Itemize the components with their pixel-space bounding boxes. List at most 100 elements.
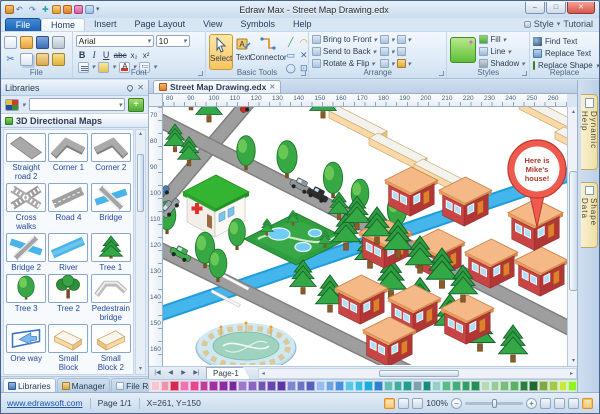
paste-icon[interactable] [36, 53, 49, 66]
view-normal-icon[interactable] [384, 398, 395, 409]
format-painter-icon[interactable] [52, 53, 65, 66]
subscript-button[interactable]: x₂ [130, 51, 139, 60]
library-item-corner-2[interactable]: Corner 2 [91, 133, 131, 181]
palette-swatch[interactable] [539, 381, 548, 391]
send-to-back-button[interactable]: Send to Back [312, 46, 377, 57]
palette-swatch[interactable] [394, 381, 403, 391]
palette-swatch[interactable] [403, 381, 412, 391]
library-item-tree-1[interactable]: Tree 1 [91, 233, 131, 272]
group-icon[interactable] [380, 47, 389, 56]
street-map-drawing[interactable]: Here is Mike's house! [163, 107, 567, 365]
tab-help[interactable]: Help [284, 18, 321, 31]
palette-swatch[interactable] [335, 381, 344, 391]
palette-swatch[interactable] [462, 381, 471, 391]
palette-swatch[interactable] [258, 381, 267, 391]
maximize-button[interactable] [546, 2, 566, 14]
library-item-partial[interactable] [6, 374, 46, 375]
palette-swatch[interactable] [316, 381, 325, 391]
palette-swatch[interactable] [229, 381, 238, 391]
basic-tools-dialog-launcher-icon[interactable] [301, 71, 306, 76]
website-link[interactable]: www.edrawsoft.com [7, 398, 83, 408]
zoom-out-button[interactable] [451, 398, 462, 409]
strikethrough-button[interactable]: abc [114, 51, 127, 60]
add-library-button[interactable] [128, 98, 144, 112]
tab-page-layout[interactable]: Page Layout [126, 18, 195, 31]
chevron-down-icon[interactable] [22, 101, 26, 109]
bring-to-front-button[interactable]: Bring to Front [312, 34, 377, 45]
copy-icon[interactable] [20, 53, 33, 66]
library-scrollbar[interactable] [135, 129, 146, 375]
palette-swatch[interactable] [326, 381, 335, 391]
fill-button[interactable]: Fill [479, 34, 524, 45]
save-icon[interactable] [5, 5, 14, 14]
rectangle-tool-icon[interactable]: ▭ [285, 50, 296, 61]
palette-swatch[interactable] [219, 381, 228, 391]
clipart-icon[interactable] [63, 5, 72, 14]
palette-swatch[interactable] [529, 381, 538, 391]
library-item-bridge[interactable]: Bridge [91, 183, 131, 231]
line-button[interactable]: Line [479, 46, 524, 57]
palette-swatch[interactable] [491, 381, 500, 391]
distribute-icon[interactable] [397, 35, 406, 44]
lock-icon[interactable] [397, 59, 406, 68]
close-document-icon[interactable] [269, 83, 275, 91]
previous-page-button[interactable] [164, 367, 177, 379]
new-document-icon[interactable] [4, 36, 17, 49]
palette-swatch[interactable] [161, 381, 170, 391]
palette-swatch[interactable] [500, 381, 509, 391]
zoom-area-icon[interactable] [554, 398, 565, 409]
drawing-page[interactable]: Here is Mike's house! [163, 107, 567, 366]
close-panel-icon[interactable] [137, 83, 144, 92]
zoom-in-button[interactable] [526, 398, 537, 409]
italic-button[interactable]: I [90, 50, 99, 60]
find-text-button[interactable]: Find Text [533, 36, 596, 47]
library-item-corner-1[interactable]: Corner 1 [48, 133, 88, 181]
add-icon[interactable] [42, 5, 50, 14]
palette-swatch[interactable] [364, 381, 373, 391]
library-item-partial[interactable] [91, 374, 131, 375]
library-item-one-way[interactable]: One way [6, 324, 46, 372]
palette-swatch[interactable] [151, 381, 160, 391]
palette-swatch[interactable] [190, 381, 199, 391]
pan-icon[interactable] [568, 398, 579, 409]
library-group-title[interactable]: 3D Directional Maps [16, 116, 102, 126]
palette-swatch[interactable] [209, 381, 218, 391]
layer-icon[interactable] [380, 59, 389, 68]
palette-swatch[interactable] [345, 381, 354, 391]
palette-swatch[interactable] [200, 381, 209, 391]
fit-window-icon[interactable] [540, 398, 551, 409]
palette-swatch[interactable] [248, 381, 257, 391]
stadium-shape[interactable] [196, 322, 296, 366]
library-item-tree-3[interactable]: Tree 3 [6, 274, 46, 322]
print-icon[interactable] [52, 36, 65, 49]
library-item-small-block[interactable]: Small Block [48, 324, 88, 372]
palette-swatch[interactable] [355, 381, 364, 391]
palette-swatch[interactable] [520, 381, 529, 391]
palette-swatch[interactable] [442, 381, 451, 391]
library-item-cross-walks[interactable]: Cross walks [6, 183, 46, 231]
palette-swatch[interactable] [549, 381, 558, 391]
palette-swatch[interactable] [180, 381, 189, 391]
tab-home[interactable]: Home [41, 18, 85, 31]
palette-swatch[interactable] [423, 381, 432, 391]
palette-swatch[interactable] [481, 381, 490, 391]
scrollbar-thumb[interactable] [137, 154, 144, 212]
line-tool-icon[interactable]: ╱ [285, 37, 296, 48]
last-page-button[interactable] [190, 367, 203, 379]
tab-manager[interactable]: Manager [57, 378, 111, 392]
style-menu[interactable]: Style [534, 18, 554, 31]
zoom-slider-thumb[interactable] [492, 399, 497, 408]
library-item-bridge-2[interactable]: Bridge 2 [6, 233, 46, 272]
palette-swatch[interactable] [306, 381, 315, 391]
library-item-straight-road-2[interactable]: Straight road 2 [6, 133, 46, 181]
library-icon[interactable] [52, 5, 61, 14]
horizontal-scrollbar[interactable] [258, 368, 577, 379]
scroll-down-icon[interactable] [136, 365, 145, 374]
library-item-river[interactable]: River [48, 233, 88, 272]
replace-text-button[interactable]: Replace Text [533, 48, 596, 59]
underline-button[interactable]: U [102, 50, 111, 60]
scroll-right-icon[interactable] [567, 369, 576, 378]
arrange-dialog-launcher-icon[interactable] [439, 71, 444, 76]
tab-symbols[interactable]: Symbols [231, 18, 284, 31]
panel-tab-dynamic-help[interactable]: Dynamic Help [581, 94, 598, 170]
